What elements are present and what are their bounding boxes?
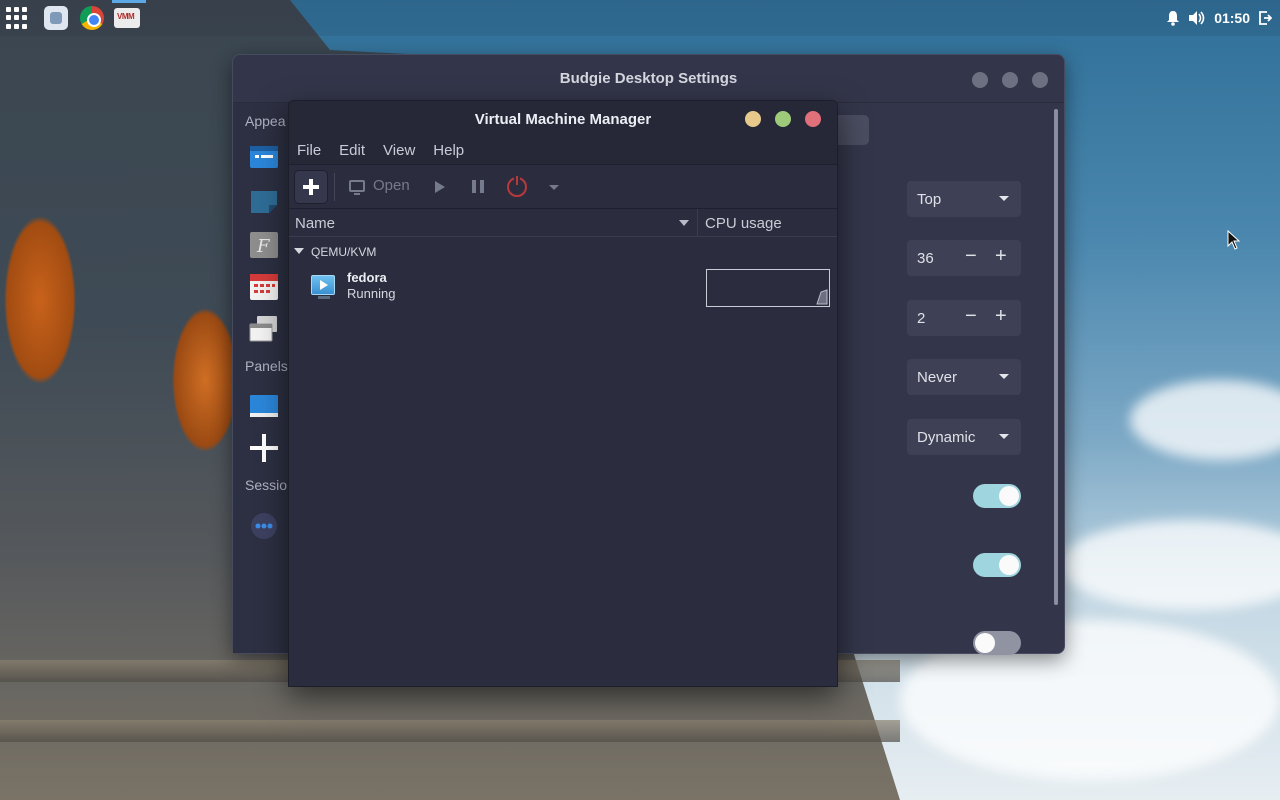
menu-bar: File Edit View Help bbox=[289, 137, 837, 165]
volume-icon[interactable] bbox=[1188, 10, 1206, 26]
maximize-button[interactable] bbox=[1002, 72, 1018, 88]
shutdown-menu-chevron-icon[interactable] bbox=[549, 185, 559, 190]
size-spinbox[interactable]: 36 − + bbox=[907, 240, 1021, 276]
virt-manager-window: Virtual Machine Manager File Edit View H… bbox=[288, 100, 838, 687]
sidebar-item-top-panel-icon[interactable] bbox=[249, 393, 279, 421]
connection-label: QEMU/KVM bbox=[311, 245, 377, 259]
column-name[interactable]: Name bbox=[295, 215, 335, 232]
position-dropdown[interactable]: Top bbox=[907, 181, 1021, 217]
spacing-spinbox[interactable]: 2 − + bbox=[907, 300, 1021, 336]
spacing-value: 2 bbox=[917, 309, 926, 327]
size-value: 36 bbox=[917, 249, 934, 267]
sidebar-heading-panels: Panels bbox=[245, 358, 288, 374]
shadow-toggle[interactable] bbox=[973, 484, 1021, 508]
stylize-regions-toggle[interactable] bbox=[973, 553, 1021, 577]
window-controls bbox=[745, 111, 821, 127]
sidebar-item-autostart-icon[interactable] bbox=[249, 511, 279, 539]
plus-icon bbox=[303, 179, 319, 195]
transparency-value: Dynamic bbox=[917, 428, 976, 446]
vm-monitor-icon bbox=[311, 275, 335, 299]
sidebar-item-fonts-icon[interactable]: F bbox=[249, 231, 279, 259]
open-button[interactable]: Open bbox=[349, 177, 410, 195]
chevron-down-icon bbox=[999, 434, 1009, 439]
dock-mode-toggle[interactable] bbox=[973, 631, 1021, 655]
system-tray: 01:50 bbox=[1166, 0, 1272, 36]
minimize-button[interactable] bbox=[745, 111, 761, 127]
run-icon[interactable] bbox=[435, 181, 445, 193]
cpu-usage-graph bbox=[706, 269, 830, 307]
increment-button[interactable]: + bbox=[995, 245, 1007, 268]
close-button[interactable] bbox=[1032, 72, 1048, 88]
column-cpu-usage[interactable]: CPU usage bbox=[705, 215, 782, 232]
sidebar-item-windows-icon[interactable] bbox=[249, 315, 279, 343]
logout-icon[interactable] bbox=[1258, 10, 1272, 26]
sidebar-heading-appearance: Appea bbox=[245, 113, 286, 129]
active-task-indicator bbox=[112, 0, 146, 3]
power-icon[interactable] bbox=[507, 176, 527, 197]
sidebar-item-style-icon[interactable] bbox=[249, 145, 279, 173]
pause-icon[interactable] bbox=[472, 180, 484, 193]
bell-icon[interactable] bbox=[1166, 10, 1180, 26]
menu-edit[interactable]: Edit bbox=[339, 142, 365, 159]
maximize-button[interactable] bbox=[775, 111, 791, 127]
expander-icon[interactable] bbox=[294, 248, 304, 254]
new-vm-button[interactable] bbox=[294, 170, 328, 204]
transparency-dropdown[interactable]: Dynamic bbox=[907, 419, 1021, 455]
app-launcher-icon[interactable] bbox=[6, 7, 28, 29]
window-title: Budgie Desktop Settings bbox=[559, 70, 738, 87]
vmm-toolbar: Open bbox=[289, 165, 837, 209]
open-label: Open bbox=[373, 177, 410, 194]
window-title: Virtual Machine Manager bbox=[474, 110, 652, 128]
virt-manager-icon[interactable]: VMM bbox=[114, 8, 140, 28]
window-controls bbox=[972, 72, 1048, 88]
vm-name: fedora bbox=[347, 270, 387, 285]
menu-help[interactable]: Help bbox=[433, 142, 464, 159]
sidebar-item-desktop-icon[interactable] bbox=[249, 189, 279, 217]
svg-text:F: F bbox=[256, 236, 271, 257]
sidebar-item-add-panel-icon[interactable] bbox=[249, 433, 279, 462]
connection-group[interactable]: QEMU/KVM bbox=[289, 237, 837, 267]
top-panel: VMM 01:50 bbox=[0, 0, 1280, 36]
clock[interactable]: 01:50 bbox=[1214, 10, 1250, 26]
decrement-button[interactable]: − bbox=[965, 245, 977, 268]
menu-view[interactable]: View bbox=[383, 142, 415, 159]
position-value: Top bbox=[917, 190, 942, 208]
vm-list-header: Name CPU usage bbox=[289, 209, 837, 237]
chevron-down-icon bbox=[999, 374, 1009, 379]
mouse-pointer-icon bbox=[1227, 230, 1241, 250]
close-button[interactable] bbox=[805, 111, 821, 127]
decrement-button[interactable]: − bbox=[965, 305, 977, 328]
budgie-settings-titlebar[interactable]: Budgie Desktop Settings bbox=[233, 55, 1064, 103]
sidebar-heading-session: Sessio bbox=[245, 477, 288, 493]
minimize-button[interactable] bbox=[972, 72, 988, 88]
sidebar-item-calendar-icon[interactable] bbox=[249, 273, 279, 301]
vm-list-item[interactable]: fedora Running bbox=[289, 267, 837, 307]
chrome-icon[interactable] bbox=[80, 6, 104, 30]
chevron-down-icon bbox=[999, 196, 1009, 201]
column-divider[interactable] bbox=[697, 209, 698, 237]
monitor-icon bbox=[349, 179, 365, 195]
increment-button[interactable]: + bbox=[995, 305, 1007, 328]
autohide-dropdown[interactable]: Never bbox=[907, 359, 1021, 395]
settings-scrollbar[interactable] bbox=[1054, 109, 1058, 605]
autohide-value: Never bbox=[917, 368, 958, 386]
menu-file[interactable]: File bbox=[297, 142, 321, 159]
files-app-icon[interactable] bbox=[44, 6, 68, 30]
toolbar-separator bbox=[334, 173, 335, 201]
vm-status: Running bbox=[347, 286, 396, 301]
sort-chevron-icon[interactable] bbox=[679, 220, 689, 226]
